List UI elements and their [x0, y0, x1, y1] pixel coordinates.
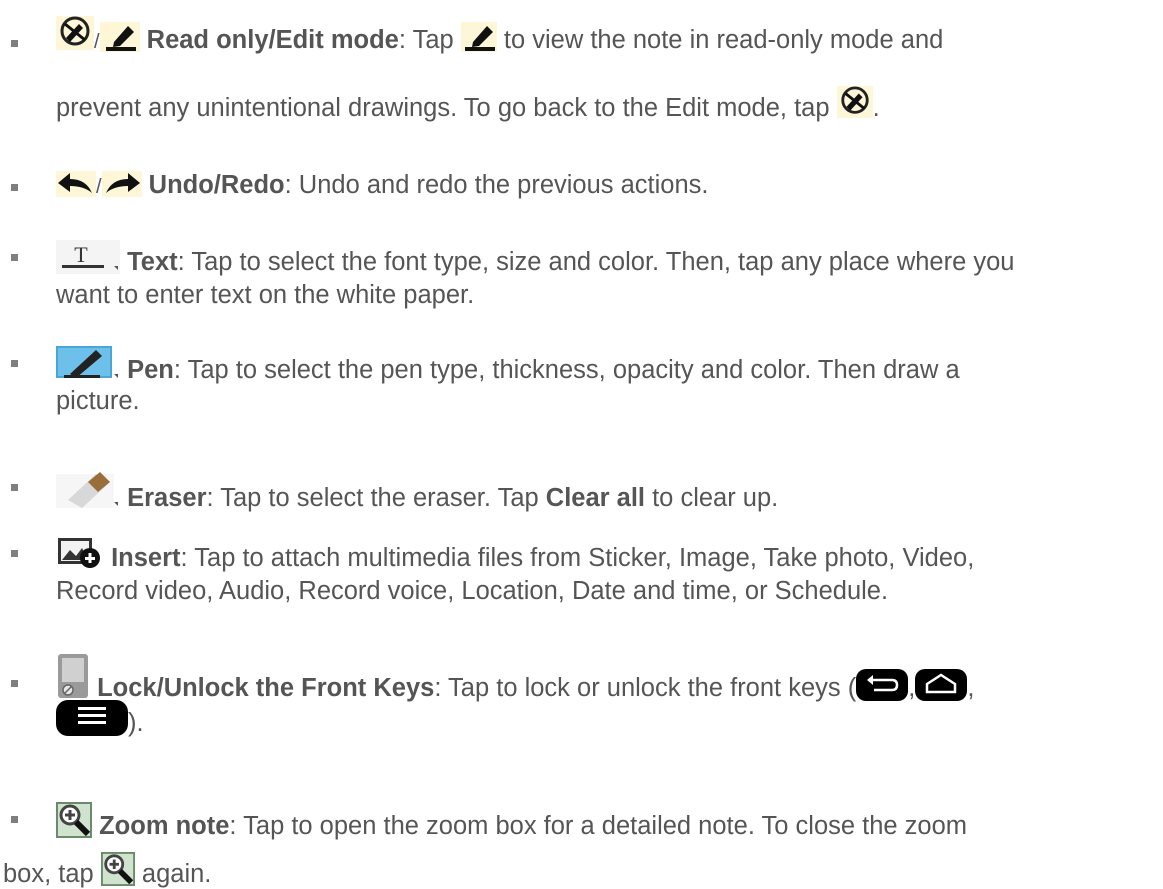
redo-icon [101, 171, 142, 197]
item-line: want to enter text on the white paper. [56, 280, 474, 310]
clear-all-label: Clear all [545, 484, 646, 512]
zoom-note-icon [56, 802, 92, 838]
item-title: Eraser [127, 484, 207, 512]
item-line: Pen: Tap to select the pen type, thickne… [56, 346, 960, 385]
item-text: : Undo and redo the previous actions. [284, 171, 709, 199]
insert-media-icon [56, 536, 104, 570]
back-key-icon [856, 669, 909, 701]
item-line: T Text: Tap to select the font type, siz… [56, 240, 1014, 277]
item-text: want to enter text on the white paper. [56, 281, 475, 309]
item-line: picture. [56, 386, 140, 416]
item-line: box, tap again. [3, 852, 211, 889]
bullet [11, 484, 18, 491]
bullet [11, 550, 18, 557]
eraser-tool-icon [56, 470, 120, 510]
bullet [11, 184, 18, 191]
item-title: Zoom note [99, 812, 230, 840]
item-line: ). [56, 700, 144, 738]
item-text: again. [134, 860, 212, 888]
bullet [11, 40, 18, 47]
item-line: prevent any unintentional drawings. To g… [56, 86, 880, 123]
item-text: to view the note in read-only mode and [496, 26, 944, 54]
svg-text:T: T [74, 242, 88, 267]
item-text: : Tap to lock or unlock the front keys ( [434, 674, 857, 702]
item-line: Eraser: Tap to select the eraser. Tap Cl… [56, 470, 778, 513]
item-line: Record video, Audio, Record voice, Locat… [56, 576, 888, 606]
item-line: / Undo/Redo: Undo and redo the previous … [56, 170, 709, 202]
read-only-icon [56, 16, 94, 50]
text-tool-icon: T [56, 240, 120, 274]
bullet [11, 254, 18, 261]
home-key-icon [915, 669, 968, 701]
item-text: . [872, 94, 880, 122]
item-line: Zoom note: Tap to open the zoom box for … [56, 802, 967, 841]
item-title: Pen [127, 356, 174, 384]
bullet [11, 680, 18, 687]
edit-pencil-icon [460, 22, 497, 52]
undo-icon [56, 171, 96, 197]
bullet [11, 816, 18, 823]
item-text: picture. [56, 387, 140, 415]
item-text: to clear up. [645, 484, 779, 512]
item-text: : Tap to attach multimedia files from St… [180, 544, 975, 572]
item-title: Lock/Unlock the Front Keys [97, 674, 435, 702]
item-text: Record video, Audio, Record voice, Locat… [56, 577, 889, 605]
item-text: box, tap [3, 860, 101, 888]
item-title: Undo/Redo [148, 171, 285, 199]
item-line: / Read only/Edit mode: Tap to view the n… [56, 16, 943, 57]
lock-keys-icon [56, 654, 90, 700]
item-text: , [967, 674, 975, 702]
zoom-note-icon [100, 852, 135, 886]
item-text: prevent any unintentional drawings. To g… [56, 94, 837, 122]
item-title: Read only/Edit mode [146, 26, 399, 54]
item-text: , [908, 674, 916, 702]
item-text: : Tap [398, 26, 461, 54]
bullet [11, 360, 18, 367]
item-line: Lock/Unlock the Front Keys: Tap to lock … [56, 654, 974, 703]
item-text: : Tap to select the eraser. Tap [206, 484, 546, 512]
item-text: : Tap to select the font type, size and … [177, 248, 1015, 276]
item-title: Text [127, 248, 178, 276]
item-text: : Tap to select the pen type, thickness,… [173, 356, 960, 384]
item-text: : Tap to open the zoom box for a detaile… [229, 812, 968, 840]
menu-key-icon [56, 700, 128, 736]
item-line: Insert: Tap to attach multimedia files f… [56, 536, 974, 573]
read-only-icon [836, 86, 873, 118]
pen-tool-icon [56, 346, 120, 382]
edit-pencil-icon [99, 22, 140, 52]
item-title: Insert [111, 544, 181, 572]
item-text: ). [128, 709, 144, 737]
